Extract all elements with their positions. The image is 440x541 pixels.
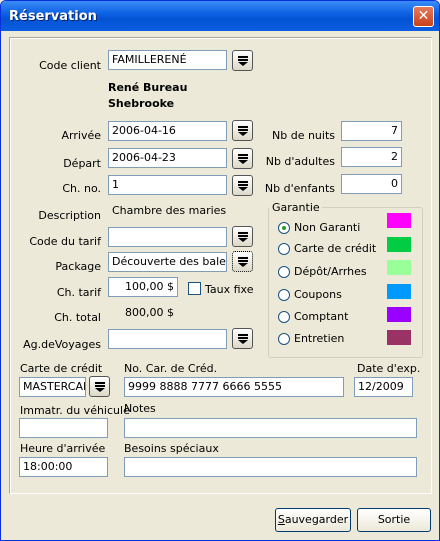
adults-input[interactable]: 2 <box>341 147 402 167</box>
title-bar[interactable]: Réservation ✕ <box>1 1 439 31</box>
credit-card-input[interactable]: MASTERCARD <box>19 377 86 397</box>
package-label: Package <box>55 260 101 273</box>
color-swatch-light-green <box>387 260 411 275</box>
list-icon <box>238 334 248 344</box>
list-icon <box>95 382 105 392</box>
guarantee-option-label: Entretien <box>294 332 345 345</box>
nights-label: Nb de nuits <box>272 129 335 142</box>
client-name: René Bureau <box>108 81 188 94</box>
card-number-label: No. Car. de Créd. <box>124 362 218 375</box>
travel-agency-button[interactable] <box>232 328 253 349</box>
color-swatch-purple <box>387 307 411 322</box>
client-code-input[interactable]: FAMILLERENÉ <box>108 50 227 70</box>
guarantee-option-carte-credit[interactable]: Carte de crédit <box>278 241 378 257</box>
departure-date-input[interactable]: 2006-04-23 <box>108 148 227 168</box>
room-total-value: 800,00 $ <box>108 303 178 323</box>
radio-icon <box>278 289 290 301</box>
radio-icon <box>278 243 290 255</box>
nights-input[interactable]: 7 <box>341 121 402 141</box>
departure-date-button[interactable] <box>232 148 253 169</box>
window-title: Réservation <box>9 9 97 24</box>
radio-icon <box>278 333 290 345</box>
room-number-input[interactable]: 1 <box>108 175 227 195</box>
color-swatch-plum <box>387 330 411 345</box>
description-label: Description <box>38 209 101 222</box>
guarantee-option-label: Dépôt/Arrhes <box>294 265 367 278</box>
special-needs-label: Besoins spéciaux <box>124 442 219 455</box>
fixed-rate-label: Taux fixe <box>205 283 254 296</box>
radio-icon <box>278 311 290 323</box>
rate-code-button[interactable] <box>232 226 253 247</box>
color-swatch-blue <box>387 284 411 299</box>
reservation-window: Réservation ✕ Code client FAMILLERENÉ Re… <box>0 0 440 541</box>
vehicle-plate-label: Immatr. du véhicule <box>20 404 130 417</box>
credit-card-label: Carte de crédit <box>20 362 103 375</box>
expiry-date-label: Date d'exp. <box>357 362 421 375</box>
client-code-dropdown-button[interactable] <box>232 50 253 71</box>
guarantee-option-label: Coupons <box>294 288 342 301</box>
guarantee-option-coupons[interactable]: Coupons <box>278 287 378 303</box>
guarantee-option-depot[interactable]: Dépôt/Arrhes <box>278 264 378 280</box>
travel-agency-label: Ag.deVoyages <box>23 338 101 351</box>
list-icon <box>238 154 248 164</box>
card-number-input[interactable]: 9999 8888 7777 6666 5555 <box>124 377 344 397</box>
list-icon <box>238 56 248 66</box>
room-total-label: Ch. total <box>54 311 101 324</box>
children-label: Nb d'enfants <box>264 182 335 195</box>
arrival-time-label: Heure d'arrivée <box>20 442 106 455</box>
vehicle-plate-input[interactable] <box>19 418 108 438</box>
guarantee-option-comptant[interactable]: Comptant <box>278 309 378 325</box>
exit-button[interactable]: Sortie <box>357 508 431 532</box>
notes-input[interactable] <box>124 418 417 438</box>
color-swatch-magenta <box>387 213 411 228</box>
list-icon <box>238 232 248 242</box>
travel-agency-input[interactable] <box>108 329 227 349</box>
room-number-label: Ch. no. <box>62 182 101 195</box>
list-icon <box>238 126 248 136</box>
rate-code-label: Code du tarif <box>29 235 101 248</box>
fixed-rate-checkbox[interactable] <box>188 282 201 295</box>
arrival-date-input[interactable]: 2006-04-16 <box>108 121 227 141</box>
package-button[interactable] <box>232 251 253 272</box>
departure-label: Départ <box>63 157 101 170</box>
credit-card-button[interactable] <box>89 376 110 397</box>
room-rate-input[interactable]: 100,00 $ <box>108 277 178 297</box>
client-city: Shebrooke <box>108 97 175 110</box>
children-input[interactable]: 0 <box>341 174 402 194</box>
close-button[interactable]: ✕ <box>413 6 434 27</box>
arrival-label: Arrivée <box>61 129 101 142</box>
guarantee-option-non-garanti[interactable]: Non Garanti <box>278 220 378 236</box>
guarantee-title: Garantie <box>270 201 322 214</box>
special-needs-input[interactable] <box>124 457 417 477</box>
room-rate-label: Ch. tarif <box>56 286 101 299</box>
client-code-label: Code client <box>39 59 101 72</box>
guarantee-option-label: Carte de crédit <box>294 242 377 255</box>
arrival-time-input[interactable]: 18:00:00 <box>19 457 108 477</box>
expiry-date-input[interactable]: 12/2009 <box>354 377 413 397</box>
list-icon <box>238 257 248 267</box>
radio-icon <box>278 266 290 278</box>
arrival-date-button[interactable] <box>232 120 253 141</box>
package-input[interactable]: Découverte des baleines <box>108 252 227 272</box>
adults-label: Nb d'adultes <box>265 155 335 168</box>
guarantee-option-label: Non Garanti <box>294 221 361 234</box>
description-value: Chambre des maries <box>108 201 227 221</box>
guarantee-option-label: Comptant <box>294 310 349 323</box>
radio-selected-icon <box>278 222 290 234</box>
list-icon <box>238 181 248 191</box>
room-number-button[interactable] <box>232 175 253 196</box>
color-swatch-green <box>387 237 411 252</box>
save-button[interactable]: Sauvegarder <box>275 508 351 532</box>
notes-label: Notes <box>124 402 156 415</box>
rate-code-input[interactable] <box>108 227 227 247</box>
guarantee-option-entretien[interactable]: Entretien <box>278 331 378 347</box>
